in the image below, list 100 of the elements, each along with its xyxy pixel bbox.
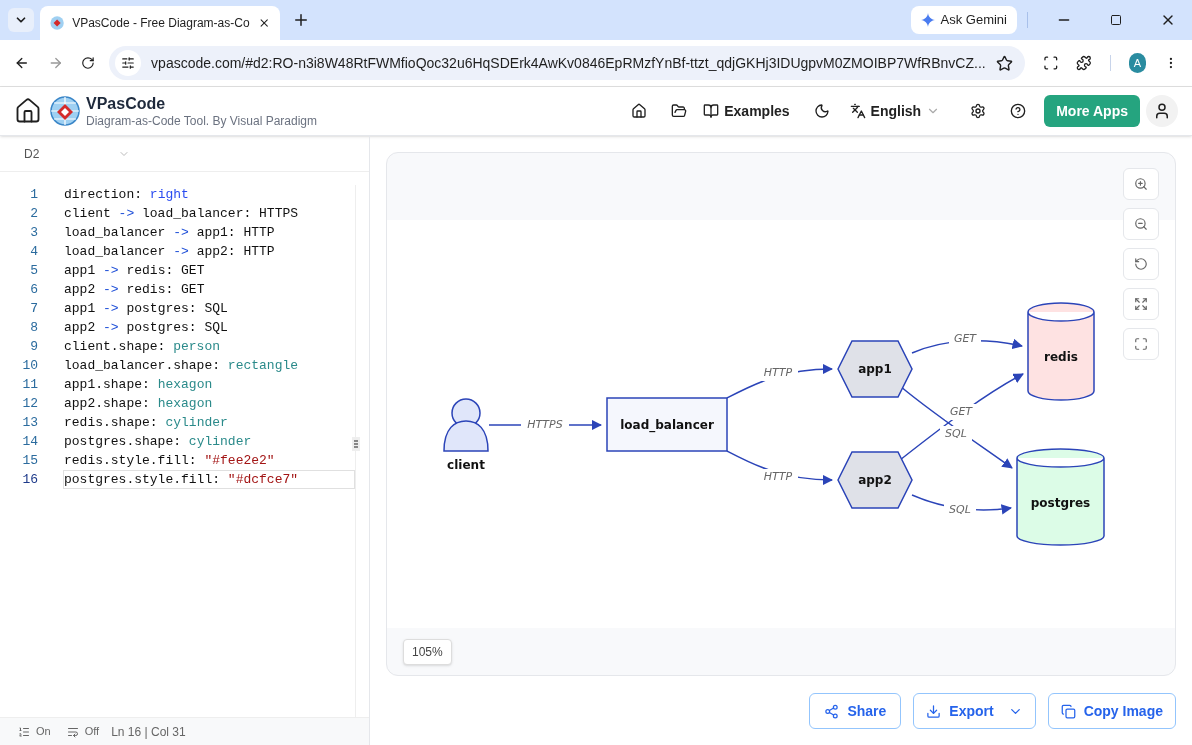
download-icon — [926, 703, 942, 719]
node-label: client — [447, 457, 485, 472]
zoom-out-icon — [1134, 217, 1148, 231]
home-icon[interactable] — [14, 97, 42, 125]
app-tagline: Diagram-as-Code Tool. By Visual Paradigm — [86, 113, 317, 129]
code-line: client.shape: person — [63, 337, 222, 356]
line-number: 12 — [21, 394, 38, 413]
line-number: 11 — [21, 375, 38, 394]
url-text: vpascode.com/#d2:RO-n3i8W48RtFWMfioQoc32u6HqSDErk4AwKv0846EpRMzfYnBf-ttzt_qdjGKHj3IDUgpvM0ZMOIBP7WfRBnvCZ... — [151, 53, 986, 73]
line-number: 16 — [21, 470, 38, 489]
line-number: 3 — [29, 223, 38, 242]
zoom-out-button[interactable] — [1123, 208, 1159, 240]
sparkle-icon — [920, 13, 935, 27]
code-line: load_balancer -> app1: HTTP — [63, 223, 276, 242]
book-icon — [703, 103, 720, 119]
app-name: VPasCode — [86, 93, 167, 114]
reset-button[interactable] — [1123, 248, 1159, 280]
code-line: load_balancer -> app2: HTTP — [63, 242, 276, 261]
browser-tab[interactable]: VPasCode - Free Diagram-as-Co — [40, 6, 280, 40]
line-number: 2 — [29, 204, 38, 223]
share-icon — [824, 703, 840, 719]
expand-icon — [1134, 297, 1148, 311]
zoom-level: 105% — [403, 638, 452, 665]
line-number: 9 — [29, 337, 38, 356]
share-button[interactable]: Share — [809, 693, 902, 729]
site-settings-button[interactable] — [115, 50, 142, 76]
edge-label: HTTP — [763, 366, 793, 379]
fit-button[interactable] — [1123, 288, 1159, 320]
wrap-text-icon — [66, 725, 79, 738]
line-number: 15 — [21, 451, 38, 470]
line-number: 13 — [21, 413, 38, 432]
code-line: load_balancer.shape: rectangle — [63, 356, 300, 375]
edge-label: SQL — [945, 427, 967, 440]
ask-gemini-button[interactable]: Ask Gemini — [910, 6, 1017, 34]
new-tab-icon[interactable] — [292, 11, 310, 29]
code-line: app2.shape: hexagon — [63, 394, 214, 413]
language-select[interactable]: English — [849, 100, 941, 122]
profile-avatar[interactable]: A — [1128, 53, 1147, 73]
line-number: 1 — [29, 185, 38, 204]
language-dropdown[interactable]: D2 — [24, 144, 130, 163]
grip-icon[interactable] — [352, 437, 360, 451]
reload-icon[interactable] — [81, 55, 96, 71]
cursor-position: Ln 16 | Col 31 — [111, 723, 186, 741]
code-line: app1 -> postgres: SQL — [63, 299, 229, 318]
edge-label: GET — [949, 405, 973, 418]
code-line: client -> load_balancer: HTTPS — [63, 204, 300, 223]
line-number: 10 — [21, 356, 38, 375]
node-label: app1 — [858, 361, 892, 376]
line-number: 4 — [29, 242, 38, 261]
dark-mode-icon[interactable] — [813, 103, 830, 119]
code-line: redis.shape: cylinder — [63, 413, 229, 432]
more-apps-button[interactable]: More Apps — [1044, 95, 1140, 127]
word-wrap-toggle[interactable]: Off — [66, 723, 100, 740]
edge-label: HTTPS — [527, 418, 563, 431]
code-line: postgres.shape: cylinder — [63, 432, 253, 451]
line-number: 6 — [29, 280, 38, 299]
edge-label: HTTP — [763, 470, 793, 483]
code-line: app2 -> redis: GET — [63, 280, 206, 299]
edge-label: GET — [953, 332, 977, 345]
user-icon — [1153, 102, 1171, 120]
address-bar[interactable]: vpascode.com/#d2:RO-n3i8W48RtFWMfioQoc32u6HqSDErk4AwKv0846EpRMzfYnBf-ttzt_qdjGKHj3IDUgpvM0ZMOIBP7WfRBnvCZ... — [109, 46, 1025, 80]
examples-button[interactable]: Examples — [703, 100, 790, 122]
code-line: app2 -> postgres: SQL — [63, 318, 229, 337]
code-line: app1.shape: hexagon — [63, 375, 214, 394]
copy-image-button[interactable]: Copy Image — [1047, 693, 1176, 729]
bookmark-icon[interactable] — [995, 54, 1013, 72]
line-number: 5 — [29, 261, 38, 280]
line-numbers-toggle[interactable]: On — [18, 723, 51, 740]
fullscreen-button[interactable] — [1123, 328, 1159, 360]
node-label: load_balancer — [620, 417, 714, 432]
translate-icon — [849, 103, 866, 119]
home-icon[interactable] — [631, 103, 648, 119]
line-number: 14 — [21, 432, 38, 451]
extensions-icon[interactable] — [1076, 54, 1092, 72]
code-line: direction: right — [63, 185, 190, 204]
edge-label: SQL — [949, 503, 971, 516]
sliders-icon — [121, 56, 136, 70]
favicon-icon — [50, 15, 65, 31]
export-button[interactable]: Export — [913, 693, 1036, 729]
zoom-in-icon — [1134, 177, 1148, 191]
numbered-list-icon — [18, 725, 30, 738]
tab-title: VPasCode - Free Diagram-as-Co — [72, 15, 250, 32]
node-label: app2 — [858, 472, 892, 487]
logo-icon — [50, 96, 80, 126]
node-label: postgres — [1030, 495, 1091, 510]
code-line: app1 -> redis: GET — [63, 261, 206, 280]
fullscreen-icon — [1134, 337, 1148, 351]
copy-icon — [1060, 703, 1076, 719]
line-number: 7 — [29, 299, 38, 318]
tab-list-button[interactable] — [8, 8, 34, 32]
user-button[interactable] — [1146, 95, 1178, 127]
settings-icon[interactable] — [970, 103, 987, 119]
line-number: 8 — [29, 318, 38, 337]
screenshot-icon[interactable] — [1042, 54, 1059, 72]
maximize-icon[interactable] — [1110, 14, 1122, 26]
folder-icon[interactable] — [671, 103, 688, 119]
help-icon[interactable] — [1010, 103, 1027, 119]
zoom-in-button[interactable] — [1123, 168, 1159, 200]
node-label: redis — [1044, 350, 1078, 364]
reset-icon — [1134, 257, 1148, 271]
